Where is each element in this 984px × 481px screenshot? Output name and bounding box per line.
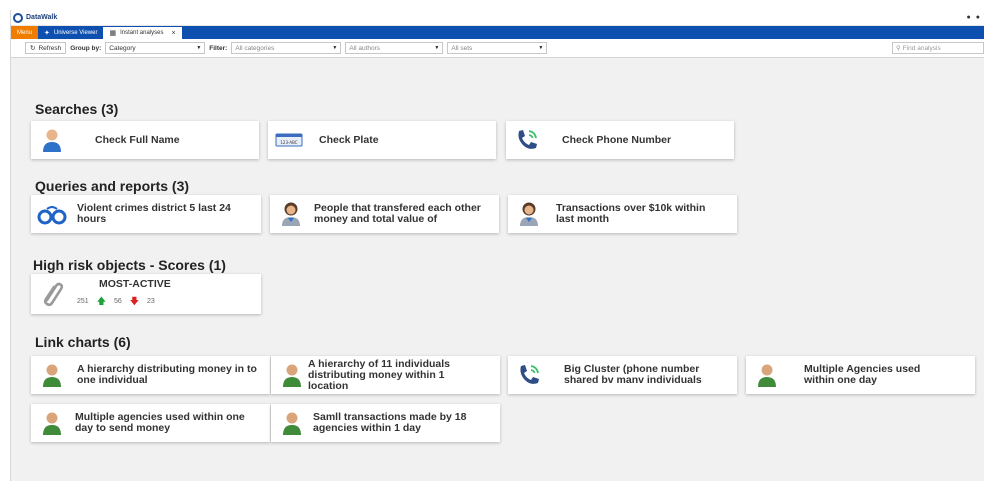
- analysis-card[interactable]: People that transfered each other money …: [270, 195, 499, 233]
- people-icon: [514, 199, 544, 229]
- score-down-count: 23: [147, 298, 155, 305]
- set-filter-value: All sets: [451, 44, 473, 52]
- user-icon[interactable]: ●: [976, 14, 980, 21]
- menu-button[interactable]: Menu: [11, 26, 39, 39]
- category-filter-value: All categories: [235, 44, 275, 52]
- card-label: Check Phone Number: [562, 133, 672, 146]
- card-label: Multiple agencies used within one day to…: [75, 411, 245, 434]
- caret-down-icon: ▼: [332, 45, 338, 51]
- score-total: 251: [77, 298, 89, 305]
- author-filter-select[interactable]: All authors ▼: [345, 42, 444, 54]
- tab-label: Universe Viewer: [53, 29, 98, 36]
- analysis-card[interactable]: Big Cluster (phone number shared bv manv…: [508, 356, 737, 394]
- group-by-value: Category: [109, 44, 136, 52]
- group-by-select[interactable]: Category ▼: [105, 42, 206, 54]
- score-card[interactable]: MOST-ACTIVE 251 🡅 56 🡇 23: [31, 274, 261, 314]
- section-title-scores: High risk objects - Scores (1): [33, 257, 226, 273]
- person-green-icon: [277, 360, 307, 390]
- analysis-card[interactable]: Samll transactions made by 18 agencies w…: [271, 404, 500, 442]
- analysis-card[interactable]: Check Full Name: [31, 121, 259, 159]
- toolbar: ↻ Refresh Group by: Category ▼ Filter: A…: [11, 39, 984, 58]
- score-name: MOST-ACTIVE: [99, 277, 171, 290]
- card-label: Samll transactions made by 18 agencies w…: [313, 411, 467, 434]
- search-placeholder: Find analysis: [902, 44, 941, 52]
- phone-icon: [514, 360, 544, 390]
- analysis-card[interactable]: 123-ABC Check Plate: [268, 121, 496, 159]
- card-label: Check Full Name: [95, 133, 180, 146]
- phone-icon: [512, 125, 542, 155]
- card-label: Violent crimes district 5 last 24 hours: [77, 202, 231, 225]
- person-green-icon: [37, 408, 67, 438]
- refresh-label: Refresh: [38, 44, 62, 52]
- card-label: Multiple Agencies used within one day: [804, 363, 921, 386]
- find-analysis-input[interactable]: ⚲ Find analysis: [892, 42, 984, 54]
- section-title-searches: Searches (3): [35, 101, 119, 117]
- tab-label: Instant analyses: [120, 30, 164, 36]
- category-filter-select[interactable]: All categories ▼: [231, 42, 342, 54]
- svg-text:123-ABC: 123-ABC: [280, 140, 297, 145]
- notification-icon[interactable]: ●: [967, 14, 971, 21]
- card-label: People that transfered each other money …: [314, 202, 481, 225]
- app-window: DataWalk ● ● Menu ✦ Universe Viewer ▦ In…: [10, 10, 984, 481]
- analysis-card[interactable]: Violent crimes district 5 last 24 hours: [31, 195, 261, 233]
- person-green-icon: [752, 360, 782, 390]
- card-label: A hierarchy distributing money in to one…: [77, 363, 257, 386]
- person-blue-icon: [37, 125, 67, 155]
- license-plate-icon: 123-ABC: [274, 125, 304, 155]
- analysis-card[interactable]: A hierarchy of 11 individuals distributi…: [271, 356, 500, 394]
- group-by-label: Group by:: [70, 44, 102, 52]
- card-label: A hierarchy of 11 individuals distributi…: [308, 357, 450, 392]
- person-green-icon: [277, 408, 307, 438]
- analysis-card[interactable]: Multiple Agencies used within one day: [746, 356, 975, 394]
- handcuffs-icon: [37, 199, 67, 229]
- card-label: Check Plate: [319, 133, 379, 146]
- analysis-card[interactable]: Transactions over $10k within last month: [508, 195, 737, 233]
- grid-icon: ▦: [109, 30, 117, 37]
- analysis-card[interactable]: A hierarchy distributing money in to one…: [31, 356, 270, 394]
- analyses-content: Searches (3) Check Full Name 123-ABC Che…: [11, 58, 984, 481]
- arrow-up-icon: 🡅: [96, 295, 106, 306]
- paperclip-icon: [37, 279, 67, 309]
- datawalk-logo-icon: [13, 12, 23, 23]
- card-label: Big Cluster (phone number shared bv manv…: [564, 363, 702, 386]
- refresh-button[interactable]: ↻ Refresh: [25, 42, 67, 54]
- author-filter-value: All authors: [349, 44, 381, 52]
- card-label: Transactions over $10k within last month: [556, 202, 706, 225]
- close-icon[interactable]: ×: [171, 30, 175, 37]
- caret-down-icon: ▼: [196, 45, 202, 51]
- people-icon: [276, 199, 306, 229]
- tab-bar: Menu ✦ Universe Viewer ▦ Instant analyse…: [11, 26, 984, 39]
- arrow-down-icon: 🡇: [129, 295, 140, 306]
- score-up-count: 56: [113, 298, 122, 305]
- tab-universe-viewer[interactable]: ✦ Universe Viewer: [38, 26, 103, 39]
- person-green-icon: [37, 360, 67, 390]
- filter-label: Filter:: [209, 44, 228, 52]
- refresh-icon: ↻: [30, 45, 36, 52]
- app-title: DataWalk: [26, 14, 58, 21]
- network-icon: ✦: [44, 29, 50, 37]
- title-bar: DataWalk ● ●: [11, 10, 984, 26]
- analysis-card[interactable]: Multiple agencies used within one day to…: [31, 404, 270, 442]
- set-filter-select[interactable]: All sets ▼: [447, 42, 548, 54]
- caret-down-icon: ▼: [434, 45, 440, 51]
- tab-instant-analyses[interactable]: ▦ Instant analyses ×: [103, 27, 182, 39]
- section-title-queries: Queries and reports (3): [35, 178, 190, 194]
- search-icon: ⚲: [896, 45, 901, 52]
- analysis-card[interactable]: Check Phone Number: [506, 121, 734, 159]
- section-title-linkcharts: Link charts (6): [35, 334, 131, 350]
- caret-down-icon: ▼: [538, 45, 544, 51]
